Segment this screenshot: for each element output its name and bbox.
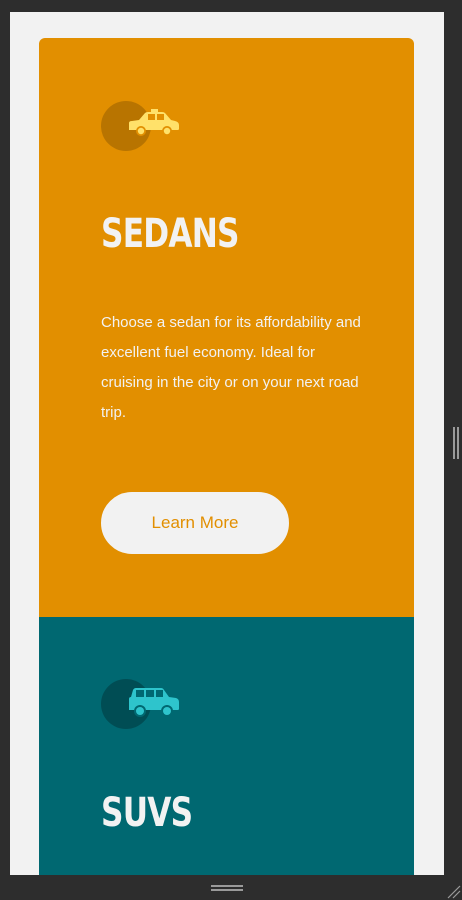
window-frame-top [0, 0, 462, 12]
window-frame-left [0, 12, 10, 875]
corner-resize-icon[interactable] [447, 885, 461, 899]
suv-icon-wrapper [101, 679, 183, 729]
window-frame-bottom [0, 875, 462, 900]
sedans-description: Choose a sedan for its affordability and… [101, 314, 361, 421]
suvs-title: SUVs [101, 790, 193, 836]
sedan-icon-wrapper [101, 101, 183, 151]
learn-more-button[interactable]: Learn More [101, 492, 289, 554]
page-viewport[interactable]: Sedans Choose a sedan for its affordabil… [10, 12, 444, 875]
sedans-title: Sedans [101, 211, 240, 257]
vertical-resize-handle[interactable] [453, 427, 459, 459]
suv-icon [129, 688, 179, 717]
sedans-card: Sedans Choose a sedan for its affordabil… [39, 38, 414, 618]
suvs-card: SUVs [39, 617, 414, 875]
horizontal-resize-grip[interactable] [211, 885, 243, 891]
sedan-icon [129, 109, 179, 136]
